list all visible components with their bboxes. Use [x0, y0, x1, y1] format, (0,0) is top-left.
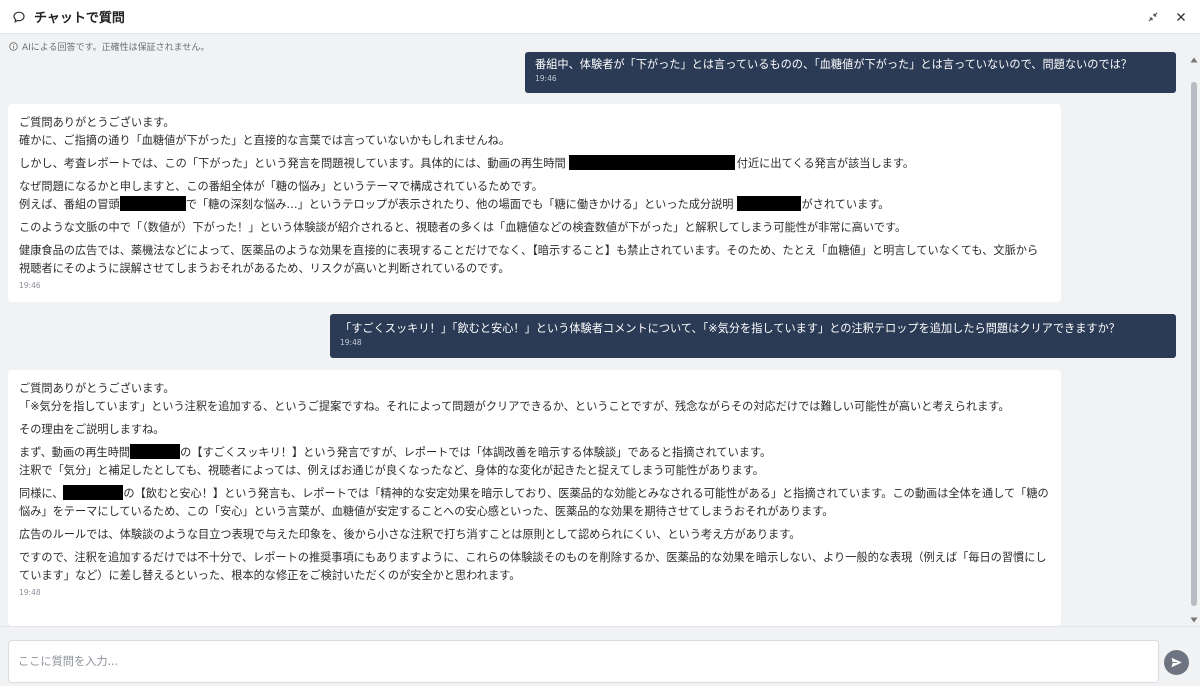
scrollbar[interactable]	[1190, 50, 1198, 626]
user-message: 「すごくスッキリ！」「飲むと安心！」という体験者コメントについて、「※気分を指し…	[330, 314, 1176, 358]
message-paragraph: しかし、考査レポートでは、この「下がった」という発言を問題視しています。具体的に…	[19, 155, 1050, 173]
message-text: 「※気分を指しています」という注釈を追加する、というご提案ですね。それによって問…	[19, 400, 1010, 413]
redacted-block	[119, 196, 186, 211]
message-time: 19:46	[19, 281, 41, 290]
question-input[interactable]	[8, 640, 1159, 683]
redacted-block	[568, 155, 735, 170]
message-text: 同様に、	[19, 487, 64, 500]
scroll-down-icon[interactable]	[1190, 616, 1198, 624]
message-paragraph: 健康食品の広告では、薬機法などによって、医薬品のような効果を直接的に表現すること…	[19, 244, 1039, 275]
close-icon[interactable]	[1174, 10, 1188, 24]
message-paragraph: ですので、注釈を追加するだけでは不十分で、レポートの推奨事項にもありますように、…	[19, 551, 1047, 582]
assistant-message: ご質問ありがとうございます。 確かに、ご指摘の通り「血糖値が下がった」と直接的な…	[8, 104, 1061, 302]
message-text: ご質問ありがとうございます。	[19, 116, 175, 129]
assistant-message: ご質問ありがとうございます。 「※気分を指しています」という注釈を追加する、とい…	[8, 370, 1061, 626]
message-text: がされています。	[801, 198, 890, 211]
message-time: 19:48	[340, 338, 362, 347]
message-text: 番組中、体験者が「下がった」とは言っているものの、「血糖値が下がった」とは言って…	[535, 58, 1132, 71]
redacted-block	[63, 485, 124, 500]
chat-window: チャットで質問 AIによる回答です。正確性は保証されません。 番組中、体験者が「…	[0, 0, 1200, 686]
message-text: なぜ問題になるかと申しますと、この番組全体が「糖の悩み」というテーマで構成されて…	[19, 180, 543, 193]
chat-bubble-icon	[12, 10, 26, 24]
scrollbar-thumb[interactable]	[1191, 82, 1197, 606]
message-text: 注釈で「気分」と補足したとしても、視聴者によっては、例えばお通じが良くなったなど…	[19, 464, 764, 477]
scroll-up-icon[interactable]	[1190, 56, 1198, 64]
message-text: の【飲むと安心！】という発言も、レポートでは「精神的な安定効果を暗示しており、医…	[19, 487, 1049, 518]
message-text: 「すごくスッキリ！」「飲むと安心！」という体験者コメントについて、「※気分を指し…	[340, 322, 1120, 335]
message-paragraph: その理由をご説明しますね。	[19, 423, 165, 436]
chat-header: チャットで質問	[0, 0, 1200, 34]
message-paragraph: ご質問ありがとうございます。 確かに、ご指摘の通り「血糖値が下がった」と直接的な…	[19, 114, 1050, 150]
message-paragraph: なぜ問題になるかと申しますと、この番組全体が「糖の悩み」というテーマで構成されて…	[19, 178, 1050, 214]
window-controls	[1146, 10, 1188, 24]
user-message: 番組中、体験者が「下がった」とは言っているものの、「血糖値が下がった」とは言って…	[525, 52, 1176, 93]
message-text: しかし、考査レポートでは、この「下がった」という発言を問題視しています。具体的に…	[19, 157, 566, 170]
message-text: まず、動画の再生時間	[19, 446, 131, 459]
send-button[interactable]	[1164, 650, 1189, 675]
message-text: 例えば、番組の冒頭	[19, 198, 120, 211]
message-paragraph: まず、動画の再生時間 の【すごくスッキリ！】という発言ですが、レポートでは「体調改…	[19, 444, 1050, 480]
ai-disclaimer: AIによる回答です。正確性は保証されません。	[9, 40, 209, 53]
message-text: ご質問ありがとうございます。	[19, 382, 175, 395]
message-time: 19:48	[19, 588, 41, 597]
message-text: で「糖の深刻な悩み…」というテロップが表示されたり、他の場面でも「糖に働きかける…	[185, 198, 734, 211]
message-paragraph: 同様に、 の【飲むと安心！】という発言も、レポートでは「精神的な安定効果を暗示して…	[19, 485, 1055, 521]
send-icon	[1170, 656, 1183, 669]
message-text: 確かに、ご指摘の通り「血糖値が下がった」と直接的な言葉では言っていないかもしれま…	[19, 134, 511, 147]
collapse-icon[interactable]	[1146, 10, 1160, 24]
redacted-block	[130, 444, 181, 459]
message-list[interactable]: AIによる回答です。正確性は保証されません。 番組中、体験者が「下がった」とは言…	[0, 34, 1200, 626]
message-paragraph: このような文脈の中で「（数値が）下がった！」という体験談が紹介されると、視聴者の…	[19, 221, 907, 234]
message-text: 付近に出てくる発言が該当します。	[736, 157, 915, 170]
message-text: の【すごくスッキリ！】という発言ですが、レポートでは「体調改善を暗示する体験談」…	[180, 446, 772, 459]
info-icon	[9, 42, 18, 51]
composer	[0, 626, 1200, 686]
message-paragraph: ご質問ありがとうございます。 「※気分を指しています」という注釈を追加する、とい…	[19, 380, 1050, 416]
disclaimer-text: AIによる回答です。正確性は保証されません。	[22, 43, 210, 53]
message-paragraph: 広告のルールでは、体験談のような目立つ表現で与えた印象を、後から小さな注釈で打ち…	[19, 528, 801, 541]
message-time: 19:46	[535, 74, 557, 83]
redacted-block	[737, 196, 802, 211]
chat-title: チャットで質問	[34, 11, 125, 26]
